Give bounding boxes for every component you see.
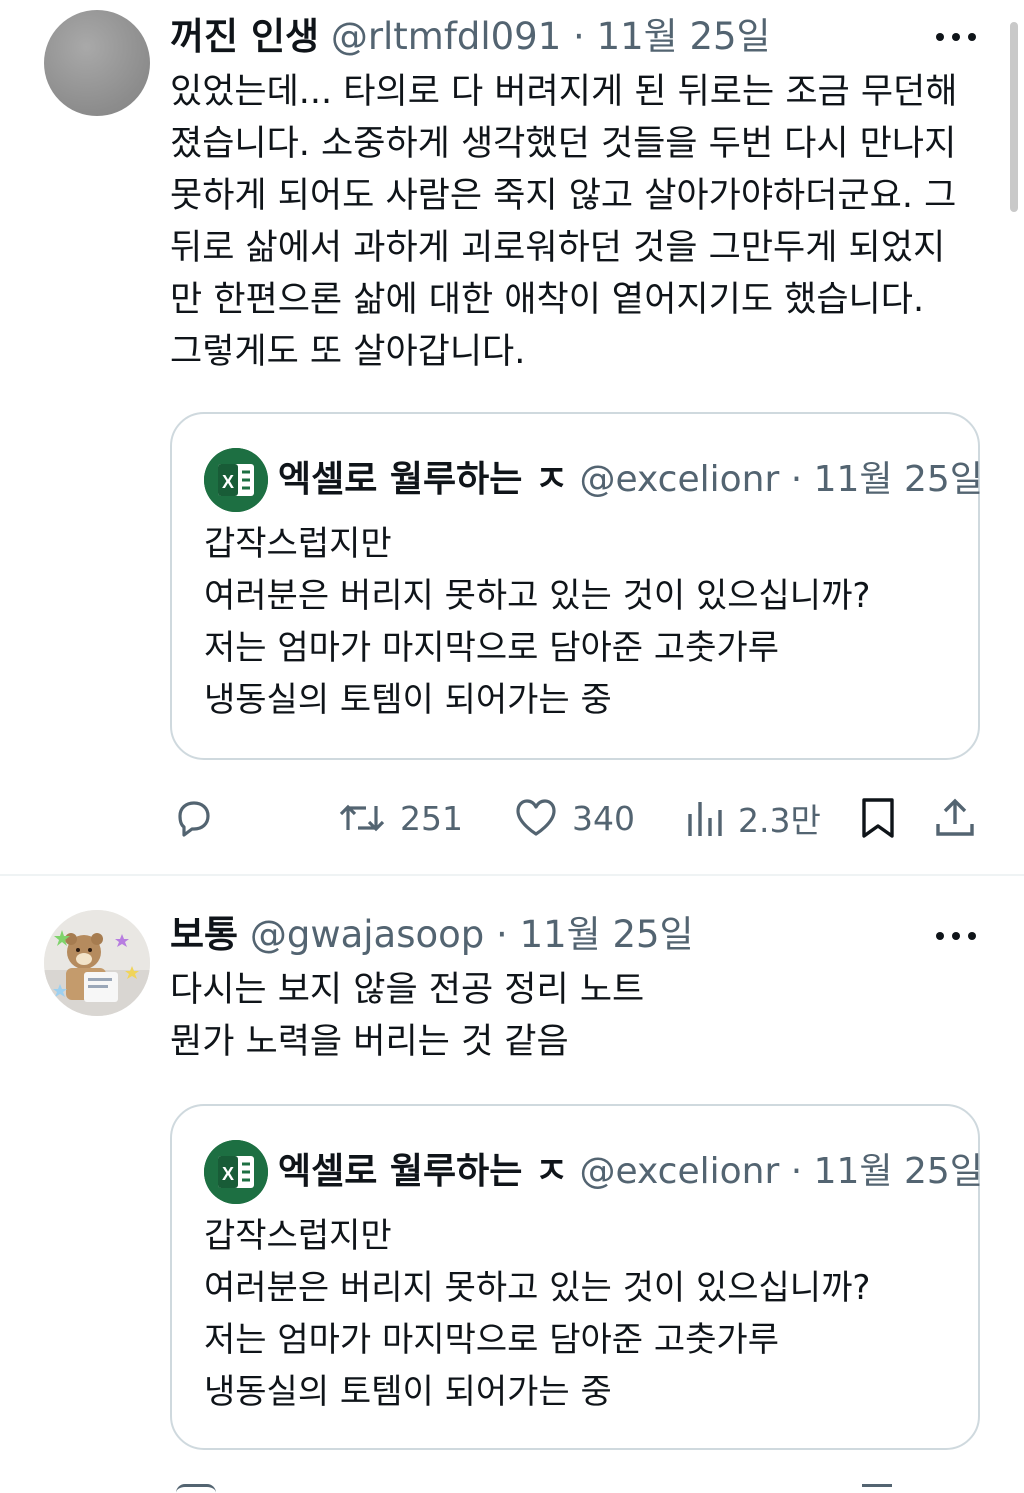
quoted-text-line: 저는 엄마가 마지막으로 담아준 고춧가루 [204, 1320, 779, 1360]
tweet-text-line: 졌습니다. 소중하게 생각했던 것들을 두번 다시 만나지 [170, 124, 957, 164]
share-button[interactable] [932, 790, 978, 846]
tweet-date[interactable]: 11월 25일 [597, 15, 771, 58]
bookmark-button[interactable] [856, 790, 900, 846]
quoted-text-line: 갑작스럽지만 [204, 524, 392, 564]
quoted-text-line: 갑작스럽지만 [204, 1216, 392, 1256]
quoted-tweet-header: 엑셀로 월루하는 ㅈ @excelionr · 11월 25일 [278, 452, 983, 508]
quoted-tweet-header: 엑셀로 월루하는 ㅈ @excelionr · 11월 25일 [278, 1144, 983, 1200]
tweet-text: 있었는데... 타의로 다 버려지게 된 뒤로는 조금 무던해 졌습니다. 소중… [170, 66, 990, 378]
views-count: 2.3만 [738, 801, 821, 840]
quoted-tweet-text: 갑작스럽지만 여러분은 버리지 못하고 있는 것이 있으십니까? 저는 엄마가 … [204, 1210, 870, 1418]
more-dots-icon[interactable] [936, 926, 976, 946]
like-button[interactable]: 340 [512, 790, 635, 846]
views-button[interactable]: 2.3만 [682, 790, 821, 846]
tweet[interactable]: 보통 @gwajasoop · 11월 25일 다시는 보지 않을 전공 정리 … [0, 878, 1024, 1490]
retweet-icon [339, 804, 385, 832]
svg-text:X: X [222, 1164, 234, 1184]
quoted-text-line: 저는 엄마가 마지막으로 담아준 고춧가루 [204, 628, 779, 668]
avatar[interactable] [44, 910, 150, 1016]
reply-icon [178, 801, 210, 837]
retweet-count: 251 [400, 798, 463, 838]
quoted-author-name[interactable]: 엑셀로 월루하는 ㅈ [278, 459, 568, 500]
author-name[interactable]: 꺼진 인생 [170, 15, 319, 58]
reply-button[interactable] [170, 790, 218, 846]
tweet-text-line: 그렇게도 또 살아갑니다. [170, 332, 526, 372]
quoted-author-name[interactable]: 엑셀로 월루하는 ㅈ [278, 1151, 568, 1192]
like-count: 340 [572, 798, 635, 838]
avatar[interactable] [44, 10, 150, 116]
tweet-header: 보통 @gwajasoop · 11월 25일 [170, 910, 694, 960]
tweet-divider [0, 874, 1024, 876]
reply-icon[interactable] [176, 1484, 216, 1493]
action-bar: 251 340 2.3만 [170, 790, 976, 846]
tweet-text-line: 뒤로 삶에서 과하게 괴로워하던 것을 그만두게 되었지 [170, 228, 946, 268]
share-icon [936, 798, 974, 836]
author-handle[interactable]: @gwajasoop [250, 913, 484, 956]
quoted-text-line: 냉동실의 토템이 되어가는 중 [204, 1372, 612, 1412]
bookmark-icon[interactable] [862, 1484, 892, 1493]
tweet-text-line: 있었는데... 타의로 다 버려지게 된 뒤로는 조금 무던해 [170, 72, 958, 112]
tweet[interactable]: 꺼진 인생 @rltmfdl091 · 11월 25일 있었는데... 타의로 … [0, 0, 1024, 872]
separator-dot: · [790, 459, 803, 500]
excel-logo-icon[interactable]: X [204, 1140, 268, 1204]
tweet-text-line: 만 한편으론 삶에 대한 애착이 옅어지기도 했습니다. [170, 280, 925, 320]
tweet-header: 꺼진 인생 @rltmfdl091 · 11월 25일 [170, 12, 771, 62]
quoted-author-handle[interactable]: @excelionr [579, 459, 779, 500]
svg-text:X: X [222, 472, 234, 492]
tweet-text-line: 못하게 되어도 사람은 죽지 않고 살아가야하더군요. 그 [170, 176, 957, 216]
quoted-author-handle[interactable]: @excelionr [579, 1151, 779, 1192]
quoted-tweet[interactable]: X 엑셀로 월루하는 ㅈ @excelionr · 11월 25일 갑작스럽지만… [170, 412, 983, 760]
separator-dot: · [790, 1151, 803, 1192]
separator-dot: · [573, 15, 585, 58]
quoted-text-line: 여러분은 버리지 못하고 있는 것이 있으십니까? [204, 1268, 871, 1308]
author-name[interactable]: 보통 [170, 913, 238, 956]
quoted-tweet[interactable]: X 엑셀로 월루하는 ㅈ @excelionr · 11월 25일 갑작스럽지만… [170, 1104, 983, 1450]
quoted-tweet-date[interactable]: 11월 25일 [814, 459, 983, 500]
excel-logo-icon[interactable]: X [204, 448, 268, 512]
quoted-text-line: 냉동실의 토템이 되어가는 중 [204, 680, 612, 720]
quoted-tweet-text: 갑작스럽지만 여러분은 버리지 못하고 있는 것이 있으십니까? 저는 엄마가 … [204, 518, 870, 726]
tweet-text-line: 뭔가 노력을 버리는 것 같음 [170, 1022, 569, 1062]
views-bar-chart-icon [688, 802, 722, 836]
tweet-text-line: 다시는 보지 않을 전공 정리 노트 [170, 970, 645, 1010]
tweet-date[interactable]: 11월 25일 [520, 913, 694, 956]
retweet-button[interactable]: 251 [336, 790, 463, 846]
quoted-text-line: 여러분은 버리지 못하고 있는 것이 있으십니까? [204, 576, 871, 616]
author-handle[interactable]: @rltmfdl091 [331, 15, 561, 58]
heart-icon [516, 799, 556, 836]
bookmark-icon [862, 798, 894, 838]
separator-dot: · [496, 913, 508, 956]
quoted-tweet-date[interactable]: 11월 25일 [814, 1151, 983, 1192]
more-dots-icon[interactable] [936, 27, 976, 47]
tweet-text: 다시는 보지 않을 전공 정리 노트 뭔가 노력을 버리는 것 같음 [170, 964, 990, 1068]
